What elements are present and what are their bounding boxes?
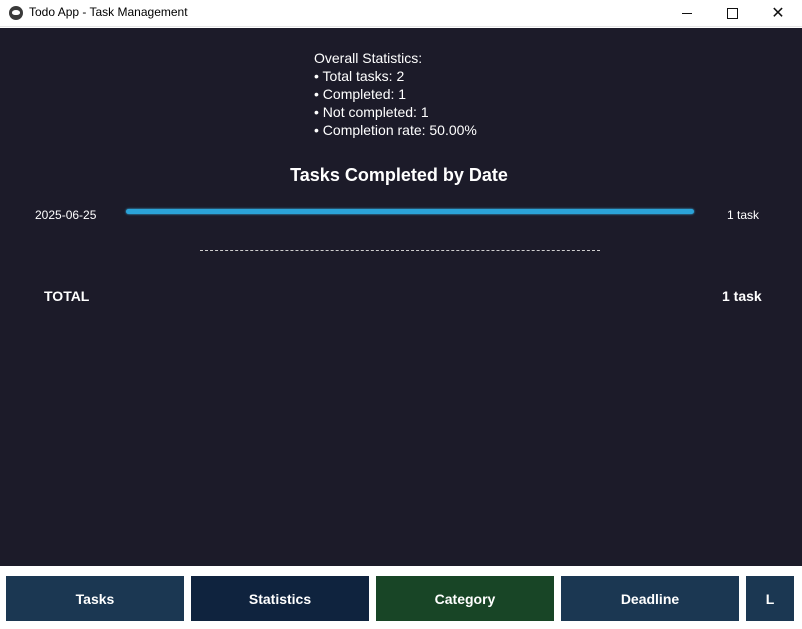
- total-value: 1 task: [722, 288, 762, 304]
- chart-title: Tasks Completed by Date: [290, 165, 508, 185]
- stat-not-completed: • Not completed: 1: [314, 104, 429, 120]
- window-titlebar: Todo App - Task Management ✕: [0, 0, 802, 27]
- close-button[interactable]: ✕: [755, 0, 801, 27]
- stat-total-tasks: • Total tasks: 2: [314, 68, 405, 84]
- overall-statistics: Overall Statistics: • Total tasks: 2 • C…: [314, 49, 477, 139]
- maximize-button[interactable]: [709, 0, 755, 27]
- minimize-button[interactable]: [664, 0, 710, 27]
- stat-completion-rate: • Completion rate: 50.00%: [314, 122, 477, 138]
- stat-completed: • Completed: 1: [314, 86, 407, 102]
- window-title: Todo App - Task Management: [29, 5, 188, 19]
- app-icon: [9, 6, 23, 20]
- separator-line: [200, 250, 600, 251]
- tab-truncated[interactable]: L: [746, 576, 794, 621]
- chart-bar: [126, 209, 694, 214]
- statistics-screen: Overall Statistics: • Total tasks: 2 • C…: [0, 28, 802, 566]
- chart-category-label: 2025-06-25: [35, 208, 97, 222]
- tab-statistics[interactable]: Statistics: [191, 576, 369, 621]
- total-label: TOTAL: [44, 288, 90, 304]
- minimize-icon: [682, 13, 692, 14]
- chart-value-label: 1 task: [727, 208, 760, 222]
- tab-deadline[interactable]: Deadline: [561, 576, 739, 621]
- bottom-tab-bar: Tasks Statistics Category Deadline L: [0, 566, 802, 629]
- tab-tasks[interactable]: Tasks: [6, 576, 184, 621]
- maximize-icon: [726, 8, 738, 19]
- close-icon: ✕: [771, 4, 785, 22]
- statistics-heading: Overall Statistics:: [314, 50, 423, 66]
- chart-bar-track: [126, 209, 694, 214]
- tab-category[interactable]: Category: [376, 576, 554, 621]
